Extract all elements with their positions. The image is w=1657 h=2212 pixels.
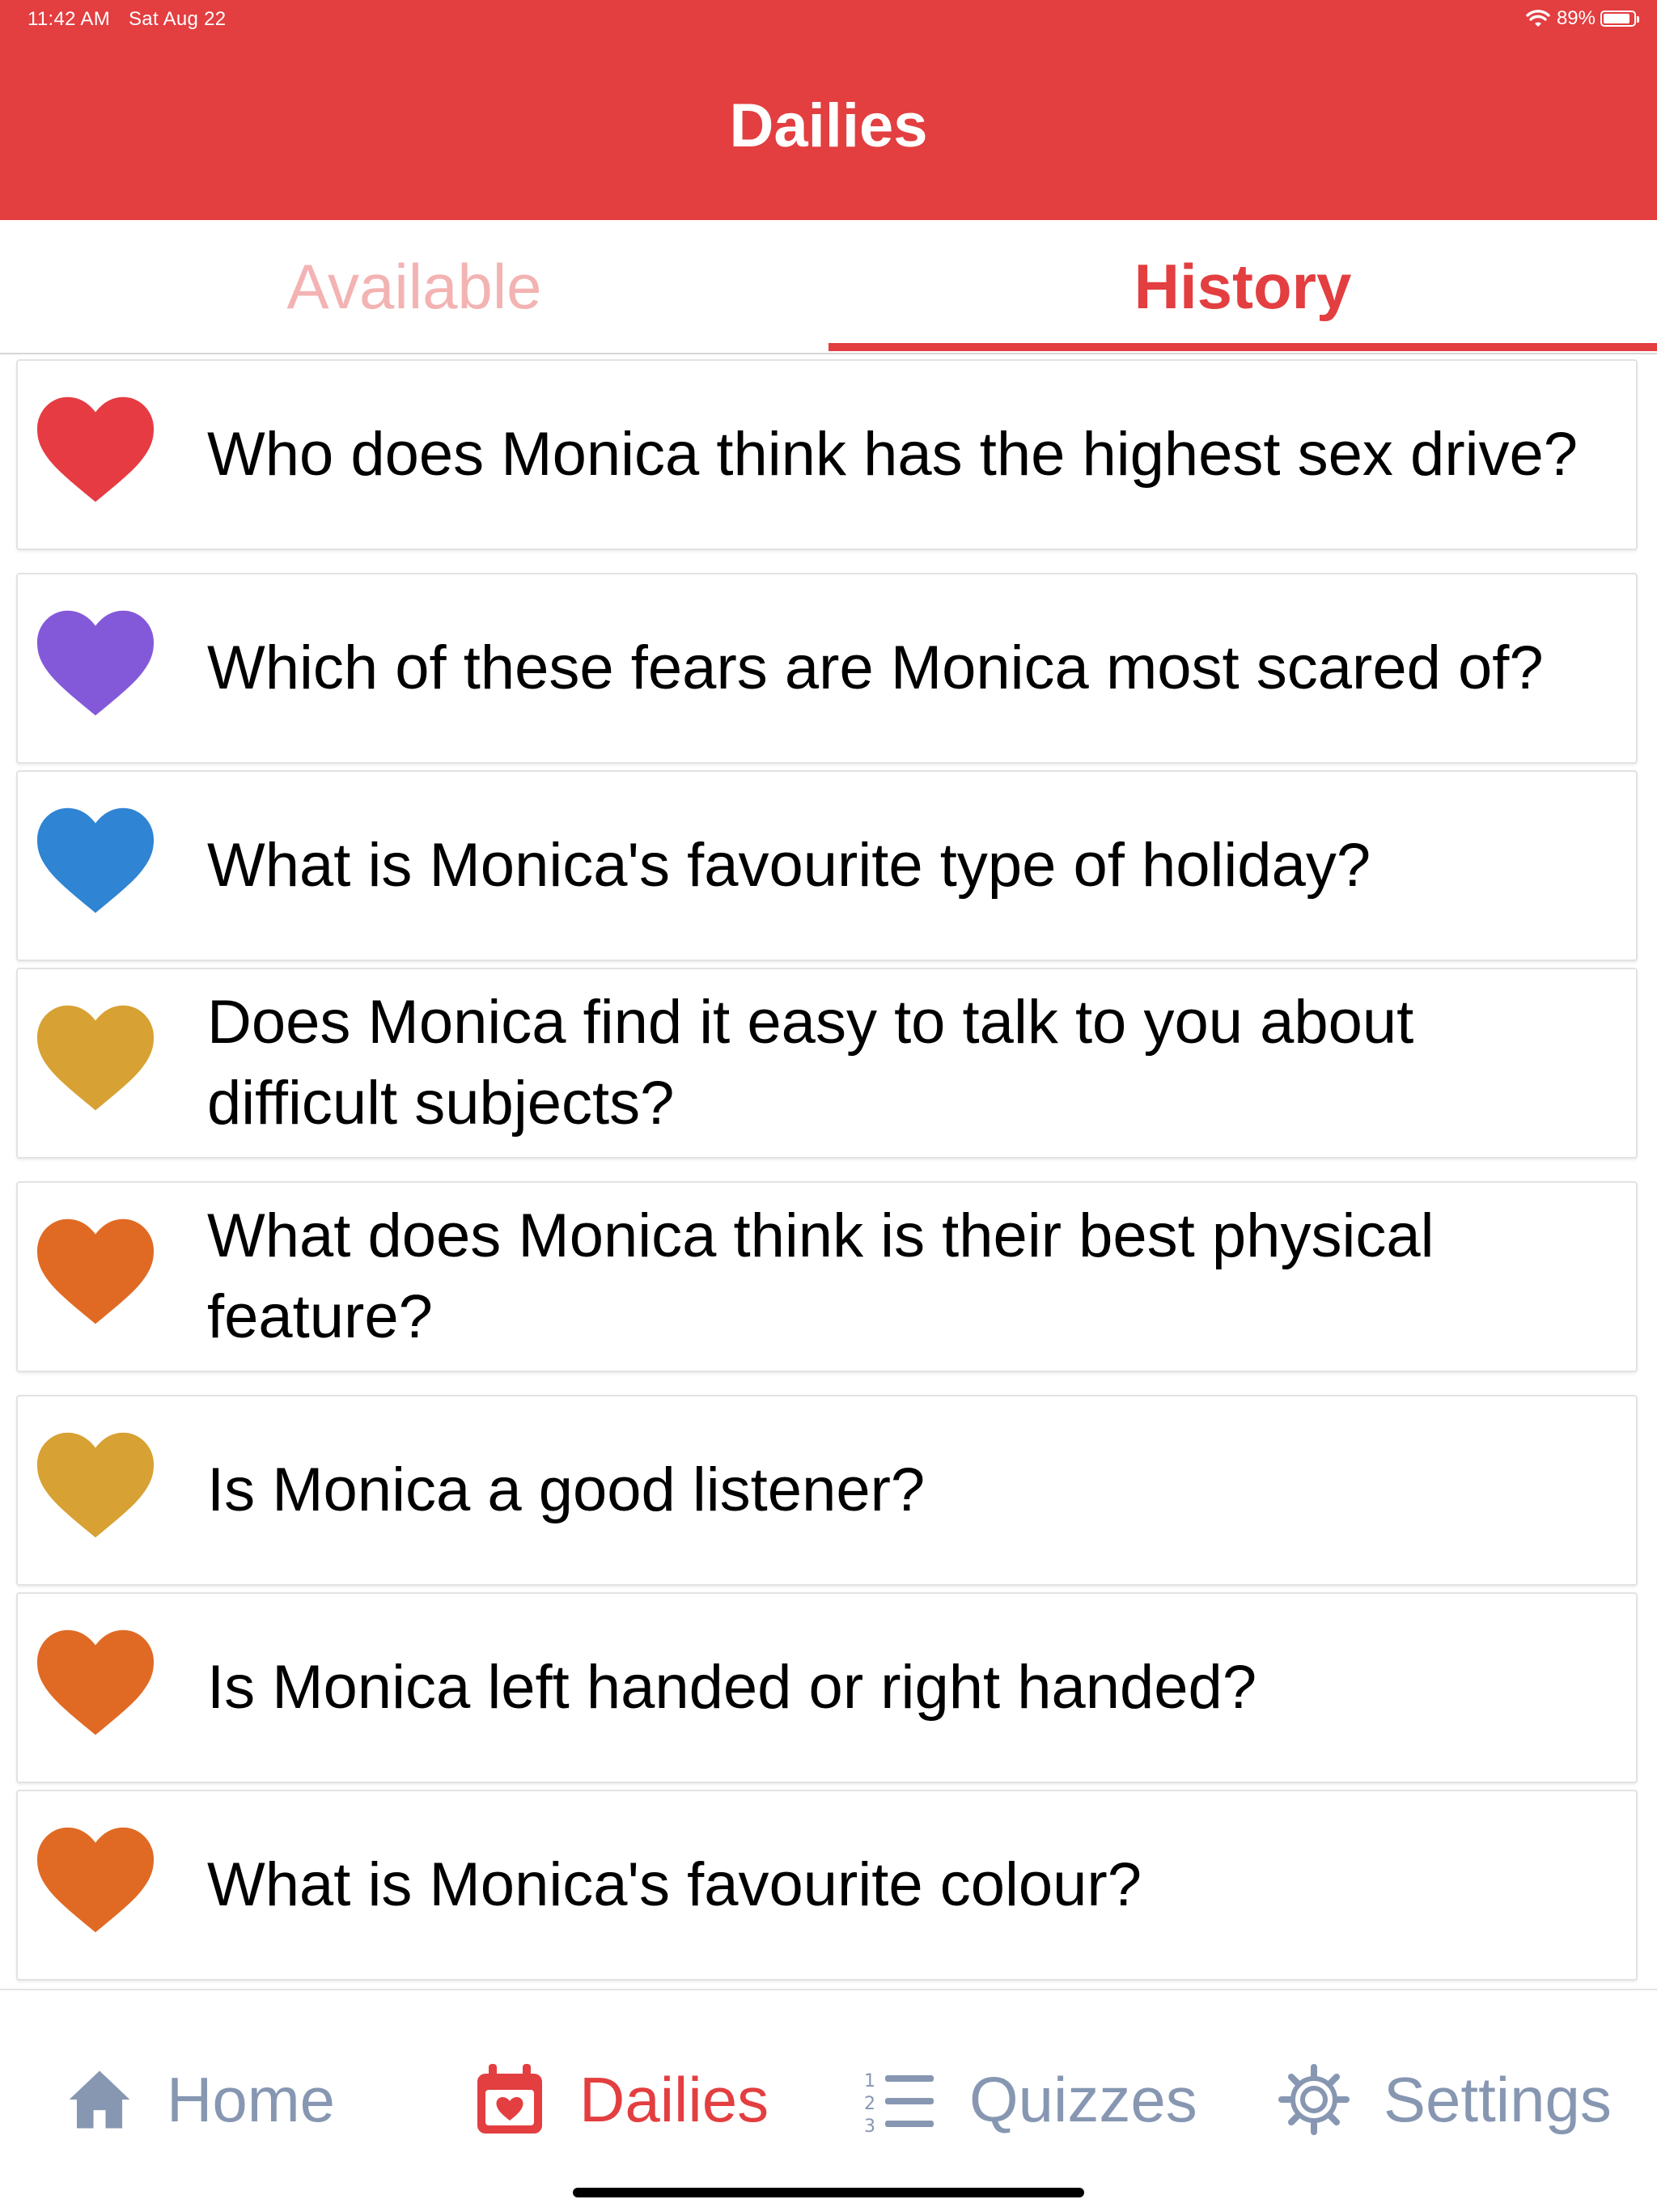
battery-icon xyxy=(1600,11,1639,27)
question-text: Who does Monica think has the highest se… xyxy=(207,420,1579,489)
nav-home-label: Home xyxy=(167,2063,336,2135)
question-text: What is Monica's favourite type of holid… xyxy=(207,831,1371,900)
question-card[interactable]: What does Monica think is their best phy… xyxy=(16,1181,1638,1372)
question-text: Does Monica find it easy to talk to you … xyxy=(207,988,1414,1138)
question-text: Which of these fears are Monica most sca… xyxy=(207,634,1544,702)
question-card[interactable]: What is Monica's favourite colour? xyxy=(16,1790,1638,1981)
nav-settings[interactable]: Settings xyxy=(1277,2055,1612,2144)
heart-icon xyxy=(37,1218,154,1324)
nav-home[interactable]: Home xyxy=(65,2055,335,2144)
heart-icon xyxy=(37,1827,154,1933)
bottom-tab-bar: Home Dailies 1 2 3 Quizzes Settings xyxy=(0,1989,1657,2212)
home-icon xyxy=(69,2070,130,2129)
nav-settings-label: Settings xyxy=(1384,2063,1612,2135)
numbered-list-icon: 1 2 3 xyxy=(864,2071,934,2137)
heart-icon xyxy=(37,1629,154,1735)
page-title: Dailies xyxy=(729,91,928,160)
question-card[interactable]: What is Monica's favourite type of holid… xyxy=(16,770,1638,961)
svg-text:2: 2 xyxy=(864,2094,875,2114)
svg-text:1: 1 xyxy=(864,2071,875,2091)
nav-quizzes-label: Quizzes xyxy=(969,2063,1197,2135)
home-indicator[interactable] xyxy=(573,2188,1084,2197)
question-card[interactable]: Is Monica left handed or right handed? xyxy=(16,1592,1638,1783)
nav-dailies[interactable]: Dailies xyxy=(473,2055,769,2144)
wifi-icon xyxy=(1526,10,1550,27)
calendar-heart-icon xyxy=(477,2064,542,2134)
header-bar: 11:42 AM Sat Aug 22 89% Dailies xyxy=(0,0,1657,220)
status-time: 11:42 AM xyxy=(28,8,111,30)
question-text: Is Monica left handed or right handed? xyxy=(207,1653,1257,1722)
svg-text:3: 3 xyxy=(864,2117,875,2137)
heart-icon xyxy=(37,396,154,502)
heart-icon xyxy=(37,807,154,913)
tab-available[interactable]: Available xyxy=(0,220,828,353)
active-tab-indicator xyxy=(828,343,1657,351)
tab-history[interactable]: History xyxy=(828,220,1657,353)
question-card[interactable]: Does Monica find it easy to talk to you … xyxy=(16,968,1638,1159)
nav-dailies-label: Dailies xyxy=(579,2063,769,2135)
question-text: What is Monica's favourite colour? xyxy=(207,1850,1142,1919)
status-date: Sat Aug 22 xyxy=(129,8,227,30)
question-card[interactable]: Is Monica a good listener? xyxy=(16,1395,1638,1586)
heart-icon xyxy=(37,1005,154,1111)
question-text: What does Monica think is their best phy… xyxy=(207,1201,1435,1351)
question-card[interactable]: Who does Monica think has the highest se… xyxy=(16,359,1638,550)
status-bar-left: 11:42 AM Sat Aug 22 xyxy=(28,8,239,31)
heart-icon xyxy=(37,1432,154,1538)
heart-icon xyxy=(37,610,154,716)
battery-percent: 89% xyxy=(1556,7,1596,29)
gear-icon xyxy=(1278,2064,1350,2135)
status-bar-right: 89% xyxy=(1526,6,1639,31)
question-card[interactable]: Which of these fears are Monica most sca… xyxy=(16,573,1638,764)
question-text: Is Monica a good listener? xyxy=(207,1456,926,1524)
nav-quizzes[interactable]: 1 2 3 Quizzes xyxy=(862,2055,1197,2144)
segment-tabs: Available History xyxy=(0,220,1657,354)
